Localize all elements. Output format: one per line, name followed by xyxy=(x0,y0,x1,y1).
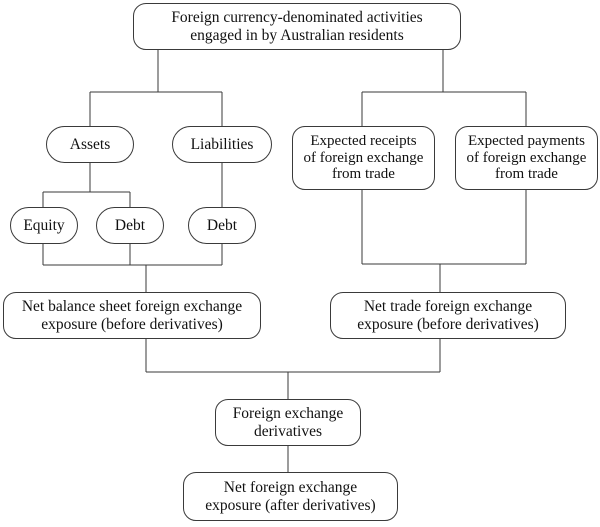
node-label: Net balance sheet foreign exchange expos… xyxy=(21,298,243,333)
node-foreign-exchange-derivatives: Foreign exchange derivatives xyxy=(215,399,361,446)
node-label: Foreign currency-denominated activities … xyxy=(171,9,423,44)
node-debt-liabilities: Debt xyxy=(188,207,256,244)
node-assets: Assets xyxy=(46,126,134,163)
node-expected-receipts: Expected receipts of foreign exchange fr… xyxy=(292,126,435,190)
node-expected-payments: Expected payments of foreign exchange fr… xyxy=(455,126,598,190)
node-net-trade-exposure: Net trade foreign exchange exposure (bef… xyxy=(330,292,566,339)
node-label: Net foreign exchange exposure (after der… xyxy=(205,479,376,514)
node-label: Debt xyxy=(114,216,146,234)
node-label: Foreign exchange derivatives xyxy=(232,405,344,440)
node-debt-assets: Debt xyxy=(96,207,164,244)
node-liabilities: Liabilities xyxy=(172,126,272,163)
flowchart-diagram: Foreign currency-denominated activities … xyxy=(0,0,600,527)
node-equity: Equity xyxy=(10,207,78,244)
connector-lines xyxy=(42,50,527,472)
node-net-foreign-exchange-exposure: Net foreign exchange exposure (after der… xyxy=(183,472,398,521)
node-net-balance-sheet-exposure: Net balance sheet foreign exchange expos… xyxy=(3,292,261,339)
node-label: Debt xyxy=(206,216,238,234)
node-label: Assets xyxy=(69,135,111,153)
node-label: Equity xyxy=(23,216,65,234)
node-label: Net trade foreign exchange exposure (bef… xyxy=(357,298,539,333)
node-label: Expected receipts of foreign exchange fr… xyxy=(303,132,424,183)
node-label: Expected payments of foreign exchange fr… xyxy=(466,132,587,183)
node-label: Liabilities xyxy=(190,135,254,153)
node-foreign-currency-activities: Foreign currency-denominated activities … xyxy=(133,3,461,50)
